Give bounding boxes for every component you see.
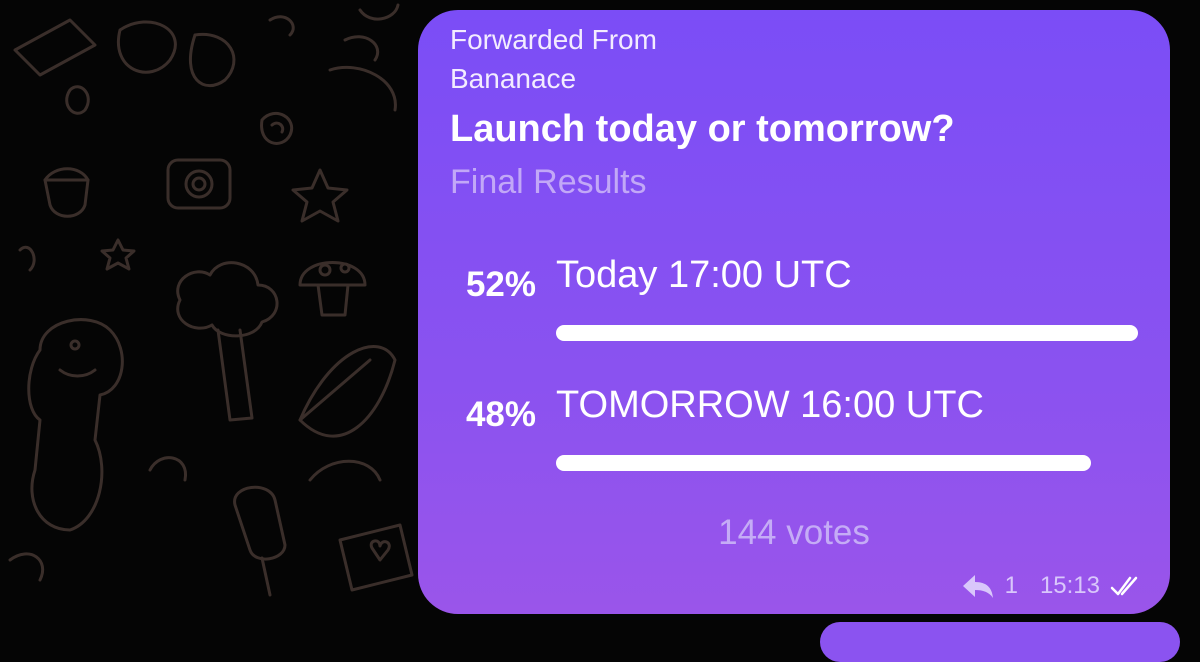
poll-option-bar [556, 455, 1092, 471]
poll-message-bubble[interactable]: Forwarded From Bananace Launch today or … [418, 10, 1170, 614]
poll-option-1[interactable]: 52% Today 17:00 UTC [418, 250, 1170, 360]
forwarded-source-name[interactable]: Bananace [450, 63, 576, 95]
next-message-bubble[interactable] [820, 622, 1180, 662]
poll-option-bar-track [556, 325, 1138, 341]
reply-arrow-icon[interactable] [961, 573, 995, 599]
poll-status: Final Results [450, 163, 647, 201]
poll-option-bar [556, 325, 1138, 341]
reply-count: 1 [1004, 572, 1018, 599]
message-time: 15:13 [1039, 572, 1100, 599]
double-check-icon [1110, 575, 1144, 597]
poll-option-percent: 48% [465, 395, 536, 434]
message-meta: 1 15:13 [961, 570, 1144, 602]
poll-option-percent: 52% [465, 265, 536, 304]
forwarded-from-label: Forwarded From [450, 24, 657, 55]
poll-question: Launch today or tomorrow? [450, 108, 955, 150]
poll-option-label: TOMORROW 16:00 UTC [556, 384, 984, 426]
poll-option-bar-track [556, 455, 1138, 471]
poll-option-2[interactable]: 48% TOMORROW 16:00 UTC [418, 380, 1170, 490]
poll-option-label: Today 17:00 UTC [556, 254, 852, 296]
poll-vote-count[interactable]: 144 votes [418, 513, 1170, 553]
